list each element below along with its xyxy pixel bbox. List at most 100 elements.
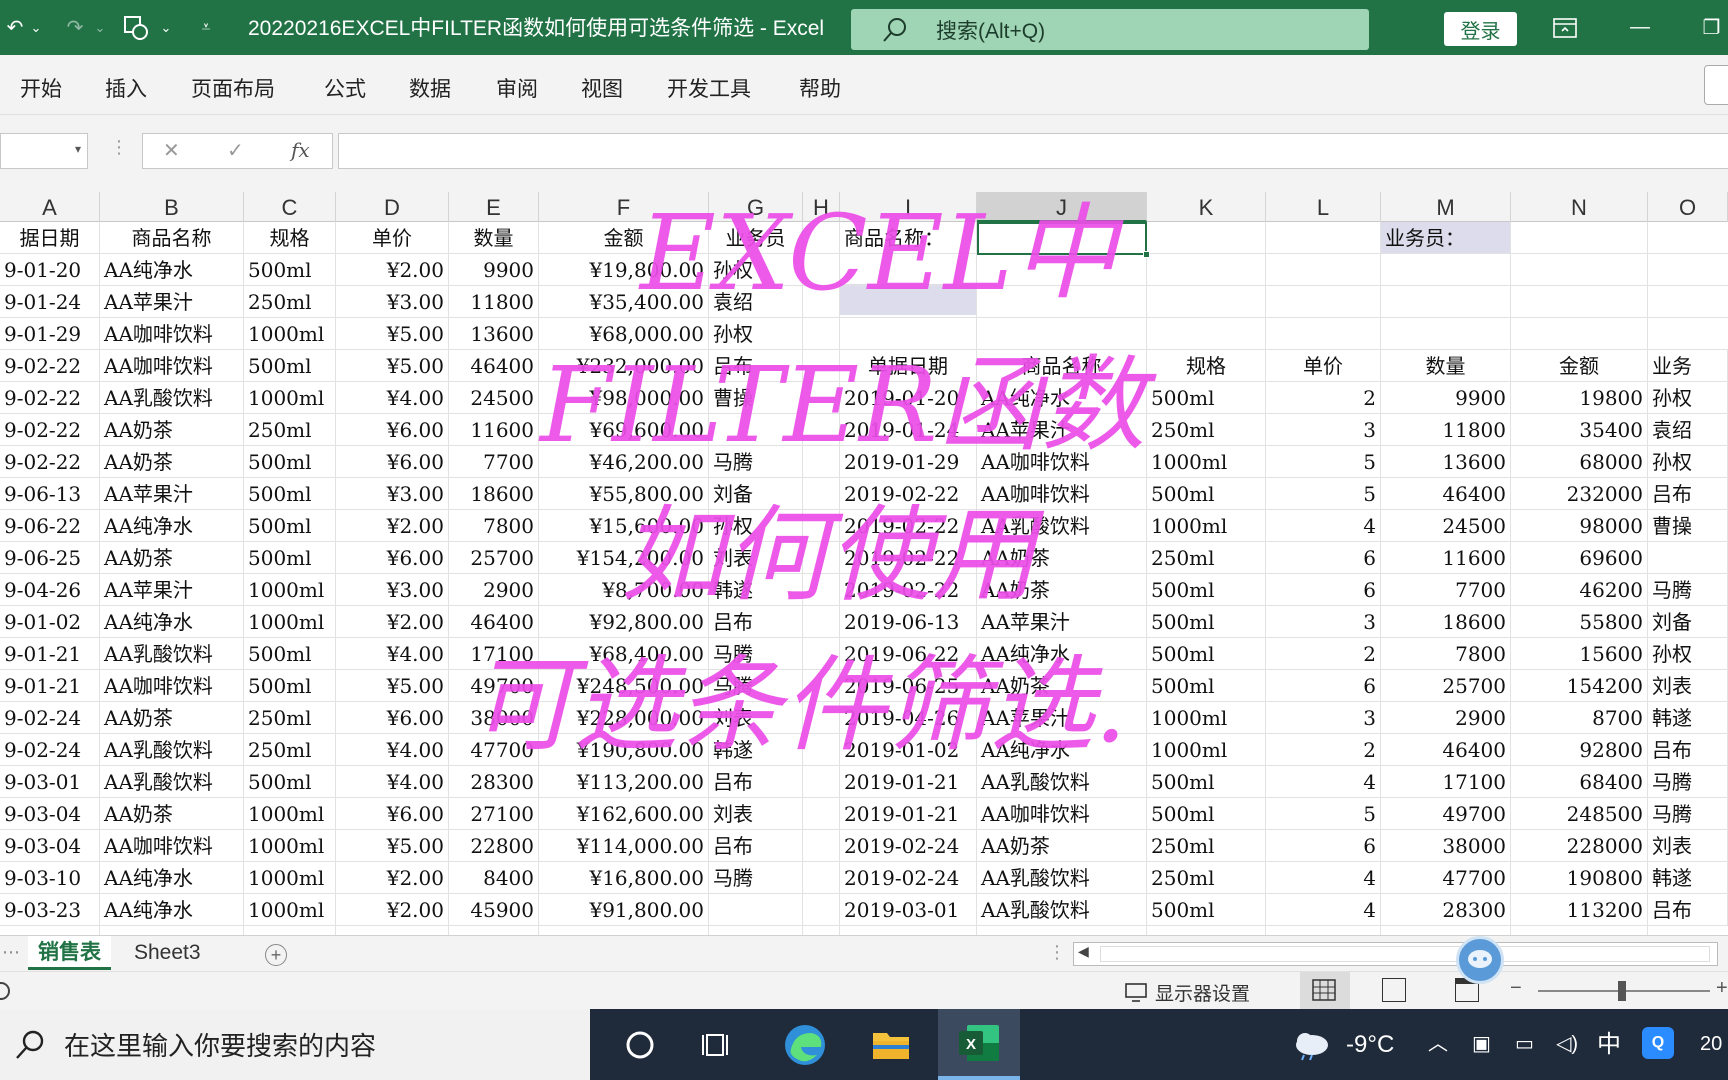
cell[interactable]: 1000ml [244, 606, 336, 638]
cell[interactable]: 4 [1266, 766, 1381, 798]
cell[interactable]: AA苹果汁 [977, 414, 1147, 446]
cell[interactable]: 刘备 [709, 478, 803, 510]
ribbon-display-icon[interactable] [1545, 0, 1585, 55]
cell[interactable]: ¥91,800.00 [539, 894, 709, 926]
cell[interactable]: ¥190,800.00 [539, 734, 709, 766]
cell[interactable]: 2019-02-22 [840, 478, 977, 510]
edge-icon[interactable] [781, 1021, 829, 1069]
cell[interactable]: 马腾 [1648, 798, 1728, 830]
zoom-in-icon[interactable]: + [1716, 977, 1728, 1000]
cell[interactable]: ¥98,000.00 [539, 382, 709, 414]
cell[interactable] [709, 894, 803, 926]
cell[interactable]: ¥228,000.00 [539, 702, 709, 734]
cell[interactable]: 500ml [1147, 638, 1266, 670]
cell[interactable]: 9-06-25 [0, 542, 100, 574]
tab-help[interactable]: 帮助 [799, 73, 841, 103]
cell[interactable]: 9900 [1381, 382, 1511, 414]
cell[interactable]: 45900 [449, 894, 539, 926]
cell[interactable]: ¥2.00 [336, 510, 449, 542]
cell[interactable]: 15600 [1511, 638, 1648, 670]
cell[interactable]: 500ml [1147, 382, 1266, 414]
cell[interactable]: 2019-02-24 [840, 830, 977, 862]
tray-expand-icon[interactable]: ︿ [1428, 1009, 1448, 1080]
cell[interactable]: ¥19,800.00 [539, 254, 709, 286]
cell[interactable]: AA纯净水 [977, 638, 1147, 670]
zoom-slider-thumb[interactable] [1618, 981, 1626, 1001]
macro-record-icon[interactable] [0, 982, 10, 1000]
cell[interactable]: 9-02-24 [0, 734, 100, 766]
cell[interactable]: 9-02-22 [0, 382, 100, 414]
cell[interactable]: ¥2.00 [336, 254, 449, 286]
cell[interactable]: ¥2.00 [336, 862, 449, 894]
cell[interactable]: AA乳酸饮料 [977, 862, 1147, 894]
enter-icon[interactable]: ✓ [227, 138, 244, 163]
column-header-a[interactable]: A [0, 192, 100, 222]
cell[interactable]: 5 [1266, 478, 1381, 510]
cell[interactable]: 2019-01-29 [840, 446, 977, 478]
cell[interactable]: 9-03-04 [0, 798, 100, 830]
column-header-j[interactable]: J [977, 192, 1147, 222]
cell[interactable]: 24500 [449, 382, 539, 414]
cell[interactable]: ¥6.00 [336, 542, 449, 574]
cell[interactable]: AA乳酸饮料 [100, 638, 244, 670]
cell[interactable]: ¥4.00 [336, 382, 449, 414]
cell[interactable]: AA苹果汁 [977, 702, 1147, 734]
network-icon[interactable]: ▭ [1515, 1009, 1534, 1080]
cell[interactable]: ¥4.00 [336, 638, 449, 670]
cell[interactable]: 11800 [449, 286, 539, 318]
cell[interactable]: 68400 [1511, 766, 1648, 798]
cell[interactable]: 金额 [539, 222, 709, 254]
cell[interactable]: 6 [1266, 542, 1381, 574]
cell[interactable]: 孙权 [1648, 638, 1728, 670]
cell[interactable]: 250ml [244, 734, 336, 766]
cell[interactable]: 18600 [1381, 606, 1511, 638]
undo-icon[interactable]: ↶ [0, 0, 30, 55]
cell[interactable]: 9900 [449, 254, 539, 286]
ime-indicator[interactable]: 中 [1597, 1009, 1621, 1080]
cell[interactable]: ¥5.00 [336, 670, 449, 702]
cell[interactable]: AA乳酸饮料 [100, 382, 244, 414]
cell[interactable]: AA奶茶 [100, 798, 244, 830]
cell[interactable]: 数量 [1381, 350, 1511, 382]
cell[interactable]: 38000 [1381, 830, 1511, 862]
cell[interactable]: 500ml [1147, 574, 1266, 606]
cell[interactable]: 500ml [244, 766, 336, 798]
cell[interactable]: 49700 [1381, 798, 1511, 830]
cell[interactable]: 98000 [1511, 510, 1648, 542]
cell[interactable]: 2 [1266, 734, 1381, 766]
worksheet-grid[interactable]: ABCDEFGHIJKLMNO 据日期 商品名称 规格 单价 数量 金额 业务员 商品名称：业… [0, 192, 1728, 935]
cell[interactable]: 9-02-22 [0, 350, 100, 382]
scroll-thumb[interactable] [1100, 946, 1710, 962]
cell[interactable]: 9-01-02 [0, 606, 100, 638]
cell[interactable]: AA乳酸饮料 [977, 510, 1147, 542]
cell[interactable]: 17100 [1381, 766, 1511, 798]
cell[interactable]: 2019-02-22 [840, 510, 977, 542]
tab-page-layout[interactable]: 页面布局 [191, 73, 275, 103]
cell[interactable]: 18600 [449, 478, 539, 510]
cell[interactable]: 马腾 [1648, 766, 1728, 798]
cell[interactable]: 248500 [1511, 798, 1648, 830]
cell[interactable]: 25700 [1381, 670, 1511, 702]
cell[interactable]: ¥3.00 [336, 286, 449, 318]
cell[interactable]: 250ml [244, 414, 336, 446]
cell[interactable]: 9-06-22 [0, 510, 100, 542]
cell[interactable]: ¥8,700.00 [539, 574, 709, 606]
cell[interactable]: 1000ml [244, 830, 336, 862]
cell[interactable]: 袁绍 [1648, 414, 1728, 446]
cell[interactable]: 4 [1266, 894, 1381, 926]
search-box[interactable]: 搜索(Alt+Q) [851, 9, 1369, 50]
cell[interactable]: 46400 [449, 350, 539, 382]
active-cell-selection[interactable] [977, 222, 1147, 255]
cell[interactable] [709, 414, 803, 446]
cell[interactable]: ¥55,800.00 [539, 478, 709, 510]
cell[interactable]: AA纯净水 [977, 382, 1147, 414]
cell[interactable]: 9-04-26 [0, 574, 100, 606]
cell[interactable]: 商品名称： [840, 222, 977, 254]
cortana-icon[interactable] [616, 1021, 664, 1069]
cell[interactable]: 9-03-10 [0, 862, 100, 894]
cell[interactable]: AA纯净水 [100, 254, 244, 286]
cancel-icon[interactable]: ✕ [163, 138, 180, 163]
cell[interactable]: 500ml [244, 638, 336, 670]
cell[interactable]: 规格 [1147, 350, 1266, 382]
cell[interactable]: ¥162,600.00 [539, 798, 709, 830]
